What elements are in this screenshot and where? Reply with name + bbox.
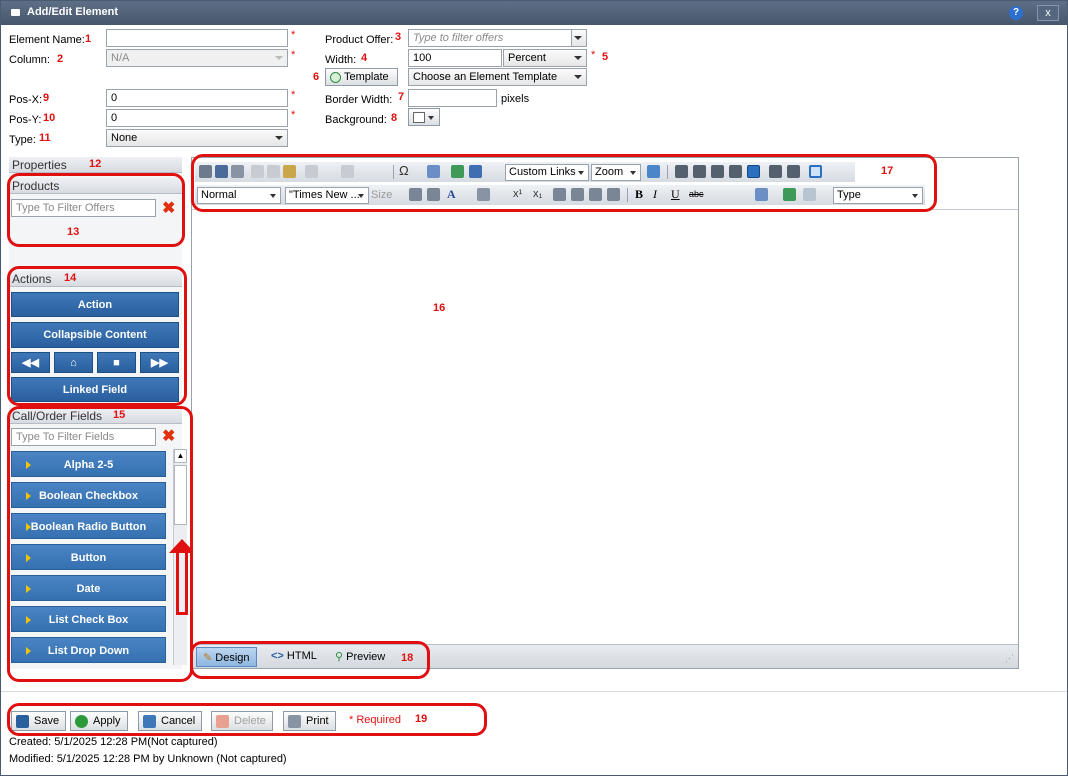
annotation-11: 11 <box>39 132 51 144</box>
close-button[interactable]: x <box>1037 5 1059 21</box>
annotation-8: 8 <box>391 112 398 124</box>
border-width-unit: pixels <box>501 93 530 105</box>
type-select[interactable]: None <box>106 129 288 147</box>
border-width-input[interactable] <box>408 89 497 107</box>
add-edit-element-dialog: Add/Edit Element ? x Element Name: 1 * C… <box>0 0 1068 776</box>
required-marker: * <box>291 49 296 61</box>
annotation-box-footer <box>7 703 487 736</box>
window-title: Add/Edit Element <box>27 6 119 18</box>
required-marker: * <box>291 29 296 41</box>
width-input[interactable]: 100 <box>408 49 502 67</box>
resize-grip-icon[interactable]: ⋰ <box>1005 653 1014 664</box>
pos-y-label: Pos-Y: <box>9 114 42 126</box>
annotation-box-fields <box>7 406 193 682</box>
product-offer-dropdown-button[interactable] <box>571 29 587 47</box>
annotation-1: 1 <box>85 33 92 45</box>
background-color-picker[interactable] <box>408 108 440 126</box>
width-unit-select[interactable]: Percent <box>503 49 587 67</box>
template-button-label: Template <box>344 71 389 83</box>
element-name-input[interactable] <box>106 29 288 47</box>
required-marker: * <box>291 89 296 101</box>
product-offer-input[interactable]: Type to filter offers <box>408 29 572 47</box>
footer-divider <box>1 691 1067 692</box>
chevron-down-icon <box>428 116 434 120</box>
template-button[interactable]: Template <box>325 68 398 86</box>
width-label: Width: <box>325 54 357 66</box>
modified-info: Modified: 5/1/2025 12:28 PM by Unknown (… <box>9 753 287 765</box>
column-label: Column: <box>9 54 50 66</box>
annotation-box-products <box>7 173 185 247</box>
properties-header: Properties 12 <box>9 157 182 173</box>
annotation-box-editor-tabs <box>190 641 430 679</box>
required-marker: * <box>291 109 296 121</box>
annotation-5: 5 <box>602 51 609 63</box>
color-swatch <box>413 112 425 123</box>
pos-y-input[interactable]: 0 <box>106 109 288 127</box>
help-button[interactable]: ? <box>1009 6 1023 20</box>
product-offer-label: Product Offer: <box>325 34 394 46</box>
window-icon <box>11 9 20 16</box>
annotation-box-toolbar <box>191 154 937 212</box>
border-width-label: Border Width: <box>325 94 393 106</box>
annotation-16: 16 <box>433 302 446 314</box>
required-marker: * <box>591 49 596 61</box>
type-label: Type: <box>9 134 36 146</box>
title-bar[interactable]: Add/Edit Element ? x <box>1 1 1067 25</box>
annotation-10: 10 <box>43 112 56 124</box>
element-name-label: Element Name: <box>9 34 85 46</box>
annotation-box-actions <box>7 266 187 406</box>
pos-x-input[interactable]: 0 <box>106 89 288 107</box>
annotation-3: 3 <box>395 31 402 43</box>
annotation-2: 2 <box>57 53 64 65</box>
editor-content-area[interactable] <box>192 209 1018 643</box>
pos-x-label: Pos-X: <box>9 94 43 106</box>
properties-label: Properties <box>12 158 67 172</box>
annotation-7: 7 <box>398 91 405 103</box>
annotation-4: 4 <box>361 52 368 64</box>
element-template-select[interactable]: Choose an Element Template <box>408 68 587 86</box>
annotation-6: 6 <box>313 71 320 83</box>
annotation-12: 12 <box>89 158 102 170</box>
column-select[interactable]: N/A <box>106 49 288 67</box>
annotation-9: 9 <box>43 92 50 104</box>
background-label: Background: <box>325 114 387 126</box>
created-info: Created: 5/1/2025 12:28 PM(Not captured) <box>9 736 218 748</box>
template-icon <box>330 72 341 83</box>
